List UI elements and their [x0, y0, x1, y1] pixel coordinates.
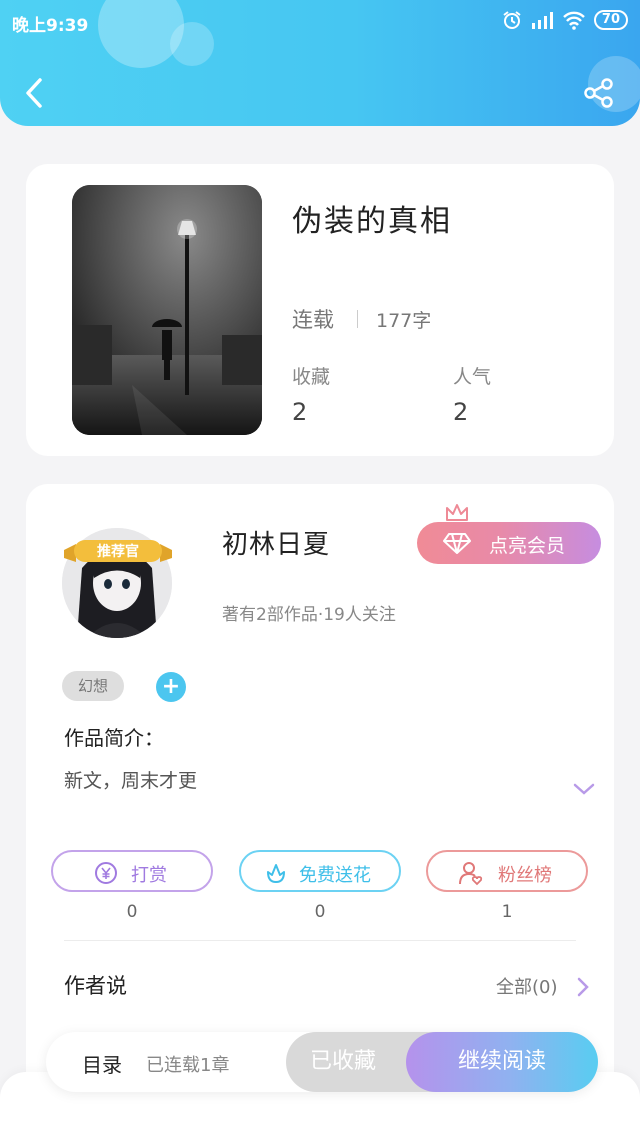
alarm-icon	[503, 11, 521, 29]
share-icon[interactable]	[582, 76, 616, 110]
vip-membership-button[interactable]: 点亮会员	[417, 522, 601, 564]
cover-illustration	[72, 185, 262, 435]
chevron-down-icon[interactable]	[572, 780, 596, 798]
author-meta: 著有2部作品·19人关注	[222, 605, 396, 625]
chevron-right-icon[interactable]	[576, 976, 590, 998]
flower-count: 0	[314, 902, 326, 922]
badge-text: 推荐官	[97, 543, 139, 560]
book-title: 伪装的真相	[292, 204, 452, 239]
intro-title: 作品简介：	[64, 726, 164, 750]
author-says-all-link[interactable]: 全部(0)	[496, 973, 558, 999]
yuan-coin-icon	[95, 862, 117, 884]
favorites-value: 2	[292, 398, 308, 426]
status-bar: 晚上9:39 70	[0, 0, 640, 42]
genre-tag[interactable]: 幻想	[62, 671, 124, 701]
flower-icon	[267, 864, 285, 883]
book-info-card: 伪装的真相 连载 177字 收藏 2 人气 2	[26, 164, 614, 456]
fan-ranking-label: 粉丝榜	[498, 865, 552, 886]
diamond-icon	[443, 533, 471, 554]
tip-button[interactable]: 打赏	[51, 850, 213, 892]
send-flower-button[interactable]: 免费送花	[239, 850, 401, 892]
battery-indicator: 70	[593, 10, 628, 30]
intro-text: 新文，周末才更	[64, 770, 198, 792]
tip-count: 0	[126, 902, 138, 922]
word-count: 177字	[376, 310, 432, 332]
tip-label: 打赏	[131, 865, 167, 886]
divider	[357, 310, 358, 328]
add-tag-button[interactable]: +	[156, 672, 186, 702]
book-cover-image[interactable]	[72, 185, 262, 435]
popularity-label: 人气	[453, 366, 492, 388]
recommender-badge: 推荐官	[64, 540, 172, 562]
send-flower-label: 免费送花	[299, 865, 371, 886]
author-name[interactable]: 初林日夏	[222, 524, 330, 561]
wifi-icon	[563, 11, 585, 30]
signal-icon	[531, 12, 553, 29]
popularity-value: 2	[453, 398, 469, 426]
crown-icon	[446, 504, 468, 521]
fan-ranking-button[interactable]: 粉丝榜	[426, 850, 588, 892]
favorites-label: 收藏	[292, 366, 331, 388]
fan-count: 1	[501, 902, 513, 922]
bottom-action-bar: 目录 已连载1章 已收藏 继续阅读	[46, 1032, 598, 1092]
toc-button[interactable]: 目录	[82, 1049, 122, 1078]
status-time: 晚上9:39	[12, 16, 89, 36]
chapter-count[interactable]: 已连载1章	[146, 1051, 229, 1077]
author-says-title: 作者说	[64, 974, 127, 998]
section-divider	[64, 940, 576, 941]
fan-heart-icon	[459, 862, 483, 886]
status-icons: 70	[502, 10, 628, 30]
back-icon[interactable]	[22, 76, 48, 110]
top-header: 晚上9:39 70	[0, 0, 640, 126]
book-status: 连载	[292, 308, 334, 332]
vip-button-label: 点亮会员	[489, 535, 566, 557]
continue-reading-button[interactable]: 继续阅读	[406, 1032, 598, 1092]
